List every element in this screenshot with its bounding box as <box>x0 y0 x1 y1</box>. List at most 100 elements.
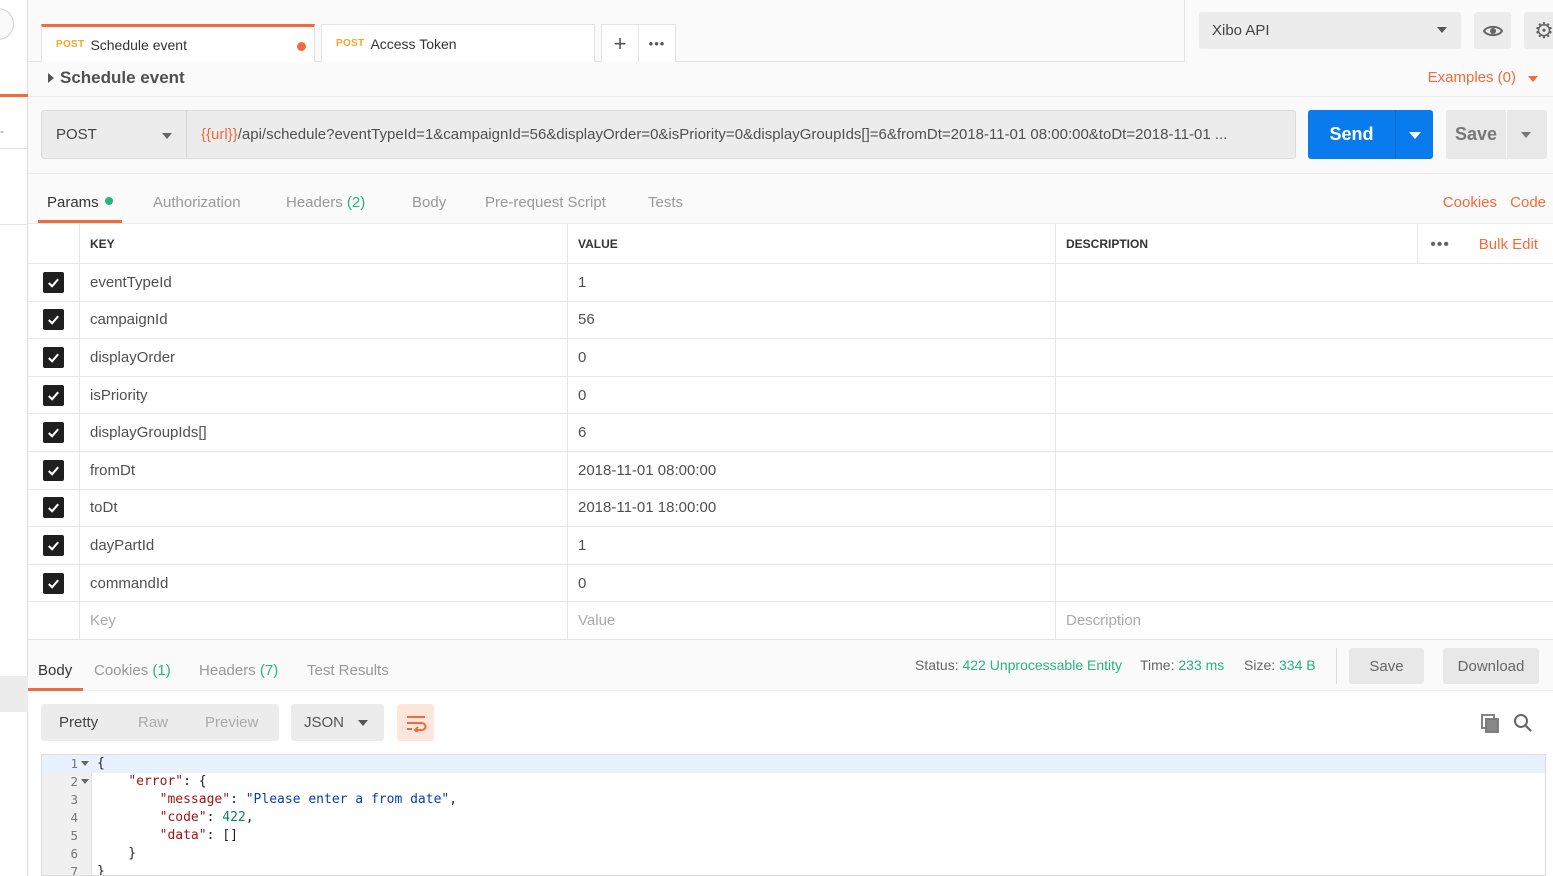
response-tab-test-results[interactable]: Test Results <box>307 662 389 679</box>
url-input[interactable]: {{url}}/api/schedule?eventTypeId=1&campa… <box>186 110 1296 159</box>
checkbox-cell <box>28 339 80 376</box>
bulk-edit-link[interactable]: Bulk Edit <box>1479 236 1538 253</box>
response-tab-body[interactable]: Body <box>38 662 72 679</box>
new-tab-button[interactable]: + <box>601 24 639 62</box>
param-key[interactable]: isPriority <box>80 376 568 414</box>
environment-quick-look-button[interactable] <box>1474 12 1511 49</box>
param-checkbox[interactable] <box>43 309 64 331</box>
param-key[interactable]: dayPartId <box>80 527 568 564</box>
param-description[interactable] <box>1056 302 1553 339</box>
format-raw[interactable]: Raw <box>138 714 168 731</box>
save-response-button[interactable]: Save <box>1349 648 1424 684</box>
line-number: 7 <box>70 864 78 876</box>
key-input[interactable]: Key <box>80 602 568 639</box>
param-key[interactable]: toDt <box>80 489 568 527</box>
param-checkbox[interactable] <box>43 534 64 556</box>
check-icon <box>48 353 59 363</box>
response-tab-cookies[interactable]: Cookies (1) <box>94 662 171 679</box>
sidebar-circle-button[interactable] <box>0 8 14 40</box>
param-description[interactable] <box>1056 565 1553 602</box>
examples-dropdown[interactable]: Examples (0) <box>1428 69 1516 86</box>
tab-body[interactable]: Body <box>412 194 446 211</box>
unsaved-dot-icon <box>297 42 306 51</box>
code-link[interactable]: Code <box>1510 194 1546 211</box>
tab-options-button[interactable]: ••• <box>638 24 676 62</box>
code-line: 6 } <box>42 845 1545 863</box>
fold-toggle-icon[interactable] <box>81 779 89 784</box>
request-tab-bar: POST Schedule event POST Access Token + … <box>28 0 1553 62</box>
wrap-lines-button[interactable] <box>397 704 434 741</box>
response-tab-headers[interactable]: Headers (7) <box>199 662 278 679</box>
settings-button[interactable]: ⚙ <box>1524 12 1553 49</box>
param-checkbox[interactable] <box>43 497 64 519</box>
checkbox-cell <box>28 527 80 564</box>
param-description[interactable] <box>1056 527 1553 564</box>
param-value[interactable]: 2018-11-01 08:00:00 <box>568 451 1056 489</box>
param-value[interactable]: 1 <box>568 264 1056 301</box>
param-value[interactable]: 0 <box>568 376 1056 414</box>
save-options-button[interactable] <box>1507 110 1547 159</box>
param-value[interactable]: 0 <box>568 339 1056 376</box>
more-options-icon[interactable]: ••• <box>1430 236 1450 254</box>
param-value[interactable]: 2018-11-01 18:00:00 <box>568 489 1056 527</box>
send-button[interactable]: Send <box>1308 110 1395 159</box>
send-options-button[interactable] <box>1395 110 1433 159</box>
param-key[interactable]: eventTypeId <box>80 264 568 301</box>
param-value[interactable]: 1 <box>568 527 1056 564</box>
sidebar-item[interactable] <box>0 676 28 712</box>
param-key[interactable]: campaignId <box>80 301 568 339</box>
download-button[interactable]: Download <box>1443 648 1539 684</box>
format-pretty[interactable]: Pretty <box>59 714 98 731</box>
param-description[interactable] <box>1056 414 1553 451</box>
tab-access-token[interactable]: POST Access Token <box>321 24 595 62</box>
tab-schedule-event[interactable]: POST Schedule event <box>41 24 315 62</box>
format-preview[interactable]: Preview <box>205 714 258 731</box>
param-description[interactable] <box>1056 452 1553 489</box>
search-icon[interactable] <box>1513 713 1533 736</box>
chevron-down-icon[interactable] <box>1528 76 1538 82</box>
environment-select[interactable]: Xibo API <box>1199 12 1461 49</box>
param-value[interactable]: 6 <box>568 414 1056 451</box>
param-description[interactable] <box>1056 490 1553 527</box>
tab-tests[interactable]: Tests <box>648 194 683 211</box>
expand-triangle-icon[interactable] <box>48 73 54 83</box>
response-body-editor[interactable]: 1{2 "error": {3 "message": "Please enter… <box>41 754 1546 876</box>
param-key[interactable]: commandId <box>80 564 568 602</box>
checkbox-cell <box>28 264 80 301</box>
tab-method: POST <box>336 38 365 49</box>
tab-headers[interactable]: Headers (2) <box>286 194 365 211</box>
code-text: "error": { <box>128 774 207 789</box>
param-value[interactable]: 0 <box>568 564 1056 602</box>
param-checkbox[interactable] <box>43 271 64 293</box>
save-request-button[interactable]: Save <box>1446 110 1506 159</box>
param-key[interactable]: displayOrder <box>80 339 568 376</box>
param-checkbox[interactable] <box>43 422 64 444</box>
description-input[interactable]: Description <box>1056 602 1553 639</box>
url-path: /api/schedule?eventTypeId=1&campaignId=5… <box>237 126 1228 143</box>
param-checkbox[interactable] <box>43 384 64 406</box>
tab-label: Params <box>47 194 99 211</box>
copy-icon[interactable] <box>1480 713 1500 736</box>
tab-authorization[interactable]: Authorization <box>153 194 241 211</box>
param-key[interactable]: displayGroupIds[] <box>80 414 568 451</box>
param-description[interactable] <box>1056 339 1553 376</box>
headers-count: (7) <box>259 662 279 679</box>
checkbox-cell <box>28 451 80 489</box>
method-select[interactable]: POST <box>41 110 187 159</box>
tab-params[interactable]: Params <box>47 194 113 211</box>
cookies-link[interactable]: Cookies <box>1443 194 1497 211</box>
environment-area: Xibo API ⚙ <box>1184 0 1553 62</box>
value-input[interactable]: Value <box>568 602 1056 639</box>
param-description[interactable] <box>1056 377 1553 414</box>
tab-pre-request-script[interactable]: Pre-request Script <box>485 194 606 211</box>
request-title[interactable]: Schedule event <box>60 68 185 88</box>
param-checkbox[interactable] <box>43 572 64 594</box>
param-checkbox[interactable] <box>43 459 64 481</box>
line-number: 3 <box>70 792 78 807</box>
param-value[interactable]: 56 <box>568 301 1056 339</box>
param-description[interactable] <box>1056 264 1553 301</box>
param-checkbox[interactable] <box>43 346 64 368</box>
language-select[interactable]: JSON <box>291 704 384 741</box>
param-key[interactable]: fromDt <box>80 451 568 489</box>
fold-toggle-icon[interactable] <box>81 761 89 766</box>
